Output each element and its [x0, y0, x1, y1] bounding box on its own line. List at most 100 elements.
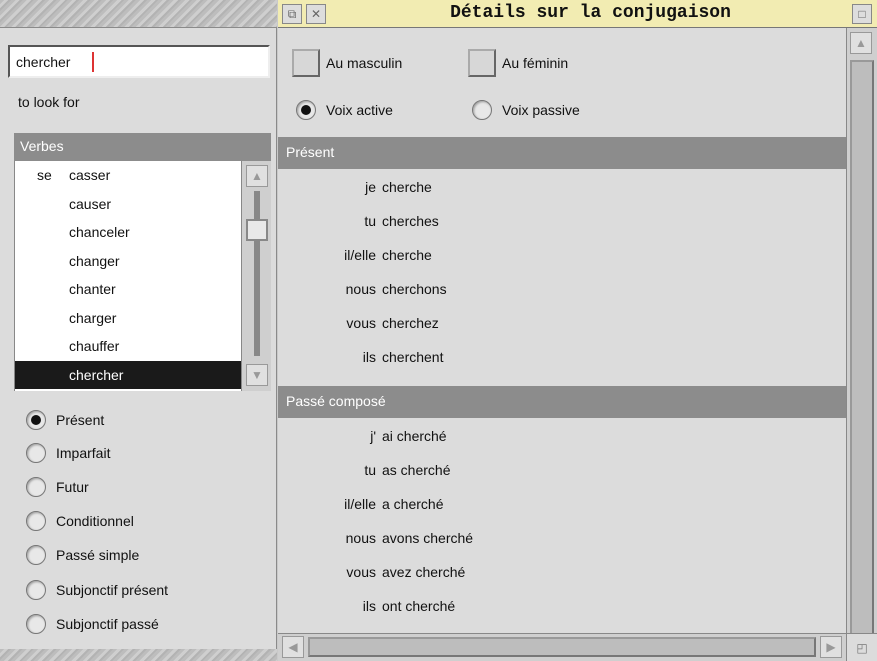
tense-option-subjonctif-present[interactable]: Subjonctif présent [26, 575, 168, 605]
resize-icon[interactable]: ◰ [846, 633, 877, 661]
tense-label: Passé simple [56, 547, 140, 563]
toggle-size-icon[interactable]: □ [852, 4, 872, 24]
conjugation-row: tu cherches [278, 204, 846, 238]
conjugation-row: il/elle cherche [278, 238, 846, 272]
verb-label: changer [69, 252, 120, 269]
verb-list-item[interactable]: changer [15, 247, 241, 276]
voice-passive-label: Voix passive [502, 102, 580, 118]
arrow-up-icon[interactable]: ▲ [246, 165, 268, 187]
back-icon[interactable]: ⧉ [282, 4, 302, 24]
conjugation-row: j' ai cherché [278, 419, 846, 453]
verb-list-item[interactable]: causer [15, 190, 241, 219]
verb-label: causer [69, 195, 112, 212]
scroll-thumb[interactable] [850, 60, 874, 635]
tense-option-futur[interactable]: Futur [26, 472, 89, 502]
verb-form: cherchez [382, 315, 439, 331]
scroll-track [254, 191, 260, 356]
masculin-toggle[interactable]: Au masculin [292, 48, 402, 78]
conjugation-row: tu as cherché [278, 453, 846, 487]
radio-icon [26, 477, 46, 497]
tense-option-passe-simple[interactable]: Passé simple [26, 540, 139, 570]
tense-label: Présent [56, 412, 105, 428]
radio-icon [26, 545, 46, 565]
radio-icon [26, 580, 46, 600]
window-title: Détails sur la conjugaison [450, 3, 731, 23]
scroll-thumb[interactable] [308, 637, 816, 657]
conjugation-row: vous cherchez [278, 306, 846, 340]
verb-list-item-selected[interactable]: chercher [15, 360, 241, 389]
conjugation-details-window: ⧉ ✕ Détails sur la conjugaison □ Au masc… [278, 0, 877, 661]
verb-list-item[interactable]: chanceler [15, 218, 241, 247]
section-header-passe-compose: Passé composé [278, 386, 846, 418]
pronoun: vous [346, 564, 376, 580]
scroll-thumb[interactable] [246, 219, 268, 241]
pronoun: tu [364, 213, 376, 229]
verb-form: avez cherché [382, 564, 466, 580]
arrow-right-icon[interactable]: ▶ [820, 636, 842, 658]
verb-list-item[interactable]: chauffer [15, 332, 241, 361]
voice-active-label: Voix active [326, 102, 393, 118]
verb-label: casser [69, 167, 111, 183]
tense-label: Subjonctif passé [56, 616, 159, 632]
close-icon[interactable]: ✕ [306, 4, 326, 24]
verbs-list-header: Verbes [14, 133, 271, 161]
pronoun: ils [362, 349, 376, 365]
tense-option-subjonctif-passe[interactable]: Subjonctif passé [26, 609, 159, 639]
tense-label: Imparfait [56, 445, 111, 461]
verb-label: chanter [69, 281, 116, 297]
conjugation-row: vous avez cherché [278, 555, 846, 589]
tense-option-present[interactable]: Présent [26, 405, 104, 435]
left-pane-titlebar [0, 0, 277, 28]
verb-form: ont cherché [382, 598, 456, 614]
conjugation-row: je cherche [278, 170, 846, 204]
radio-selected-icon [296, 100, 316, 120]
pronoun: tu [364, 462, 376, 478]
verb-list-scrollbar[interactable]: ▲ ▼ [241, 161, 271, 391]
tense-label: Conditionnel [56, 513, 134, 529]
verb-form: cherche [382, 247, 432, 263]
feminin-toggle[interactable]: Au féminin [468, 48, 568, 78]
masculin-label: Au masculin [326, 55, 403, 71]
pronoun: il/elle [344, 496, 376, 512]
left-pane-bottom-edge [0, 649, 277, 661]
pronoun: nous [345, 530, 376, 546]
radio-icon [26, 511, 46, 531]
tense-option-conditionnel[interactable]: Conditionnel [26, 506, 134, 536]
arrow-up-icon[interactable]: ▲ [850, 32, 872, 54]
verb-form: cherchent [382, 349, 444, 365]
verb-list[interactable]: se casser causer chanceler changer chante… [14, 161, 241, 391]
option-box-icon [468, 49, 496, 77]
radio-icon [472, 100, 492, 120]
verb-search-input[interactable] [8, 45, 270, 78]
pronoun: nous [345, 281, 376, 297]
conjugation-row: il/elle a cherché [278, 487, 846, 521]
conjugation-row: ils ont cherché [278, 589, 846, 623]
arrow-left-icon[interactable]: ◀ [282, 636, 304, 658]
verb-form: as cherché [382, 462, 451, 478]
verb-form: cherche [382, 179, 432, 195]
tense-option-imparfait[interactable]: Imparfait [26, 438, 110, 468]
tense-label: Futur [56, 479, 89, 495]
conjugation-row: ils cherchent [278, 340, 846, 374]
verb-list-item[interactable]: chanter [15, 275, 241, 304]
section-header-present: Présent [278, 137, 846, 169]
window-vertical-scrollbar[interactable]: ▲ [846, 28, 877, 635]
pronoun: ils [362, 598, 376, 614]
radio-selected-icon [26, 410, 46, 430]
window-horizontal-scrollbar[interactable]: ◀ ▶ [278, 633, 846, 661]
pronoun: j' [370, 428, 376, 444]
voice-passive-radio[interactable]: Voix passive [472, 95, 580, 125]
radio-icon [26, 443, 46, 463]
tense-label: Subjonctif présent [56, 582, 169, 598]
verb-list-item[interactable]: charger [15, 304, 241, 333]
window-title-bar[interactable]: ⧉ ✕ Détails sur la conjugaison □ [278, 0, 877, 28]
verb-prefix: se [37, 167, 52, 183]
verb-label: chanceler [69, 224, 130, 240]
arrow-down-icon[interactable]: ▼ [246, 364, 268, 386]
option-box-icon [292, 49, 320, 77]
verb-list-item[interactable]: se casser [15, 161, 241, 190]
voice-active-radio[interactable]: Voix active [296, 95, 393, 125]
verb-label: chauffer [69, 338, 120, 354]
translation-text: to look for [18, 94, 80, 110]
verb-form: cherches [382, 213, 439, 229]
